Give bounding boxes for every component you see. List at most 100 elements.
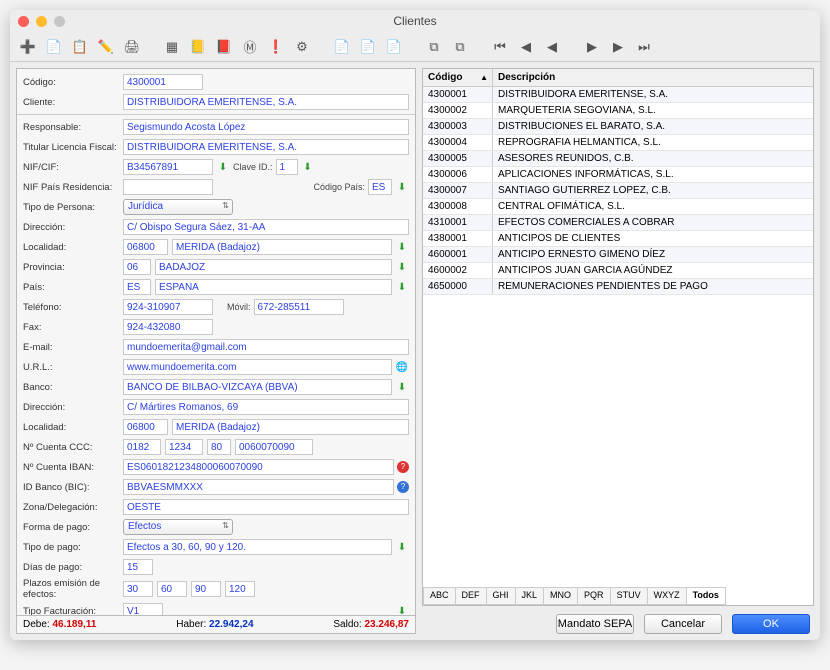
formapago-select[interactable]: Efectos xyxy=(123,519,233,535)
toolbar-btn-6[interactable]: ▦ xyxy=(162,37,182,57)
toolbar-btn-24[interactable]: ▶ xyxy=(582,37,602,57)
telefono-input[interactable] xyxy=(123,299,213,315)
toolbar-btn-13[interactable]: 📄 xyxy=(332,37,352,57)
toolbar-btn-4[interactable]: 🖨 xyxy=(122,37,142,57)
toolbar-btn-1[interactable]: 📄 xyxy=(44,37,64,57)
banco-input[interactable] xyxy=(123,379,392,395)
tab-jkl[interactable]: JKL xyxy=(516,587,545,605)
nifcif-search-icon[interactable]: ⬇ xyxy=(216,160,230,174)
localidad-arrow-icon[interactable]: ⬇ xyxy=(395,240,409,254)
ccc2-input[interactable] xyxy=(165,439,203,455)
col-codigo[interactable]: Código▲ xyxy=(423,69,493,86)
tab-pqr[interactable]: PQR xyxy=(578,587,611,605)
nifcif-input[interactable] xyxy=(123,159,213,175)
cp2-input[interactable] xyxy=(123,419,168,435)
toolbar-btn-26[interactable]: ⏭ xyxy=(634,37,654,57)
table-row[interactable]: 4300004REPROGRAFIA HELMANTICA, S.L. xyxy=(423,135,813,151)
toolbar-btn-0[interactable]: ➕ xyxy=(18,37,38,57)
movil-input[interactable] xyxy=(254,299,344,315)
toolbar-btn-3[interactable]: ✏️ xyxy=(96,37,116,57)
provincia-arrow-icon[interactable]: ⬇ xyxy=(395,260,409,274)
toolbar-btn-11[interactable]: ⚙ xyxy=(292,37,312,57)
iban-warn-icon[interactable]: ? xyxy=(397,461,409,473)
provcod-input[interactable] xyxy=(123,259,151,275)
table-row[interactable]: 4310001EFECTOS COMERCIALES A COBRAR xyxy=(423,215,813,231)
url-input[interactable] xyxy=(123,359,392,375)
fax-input[interactable] xyxy=(123,319,213,335)
zona-input[interactable] xyxy=(123,499,409,515)
table-row[interactable]: 4650000REMUNERACIONES PENDIENTES DE PAGO xyxy=(423,279,813,295)
table-row[interactable]: 4300001DISTRIBUIDORA EMERITENSE, S.A. xyxy=(423,87,813,103)
toolbar-btn-20[interactable]: ⏮ xyxy=(490,37,510,57)
direccion-input[interactable] xyxy=(123,219,409,235)
cliente-input[interactable] xyxy=(123,94,409,110)
toolbar-btn-17[interactable]: ⧉ xyxy=(424,37,444,57)
localidad-input[interactable] xyxy=(172,239,392,255)
claveid-arrow-icon[interactable]: ⬇ xyxy=(301,160,315,174)
tab-ghi[interactable]: GHI xyxy=(487,587,516,605)
table-row[interactable]: 4300002MARQUETERIA SEGOVIANA, S.L. xyxy=(423,103,813,119)
bic-help-icon[interactable]: ? xyxy=(397,481,409,493)
codigo-input[interactable] xyxy=(123,74,203,90)
toolbar-btn-25[interactable]: ▶ xyxy=(608,37,628,57)
toolbar-btn-7[interactable]: 📒 xyxy=(188,37,208,57)
p1-input[interactable] xyxy=(123,581,153,597)
tipopersona-select[interactable]: Jurídica xyxy=(123,199,233,215)
toolbar-btn-14[interactable]: 📄 xyxy=(358,37,378,57)
ccc3-input[interactable] xyxy=(207,439,231,455)
toolbar-btn-10[interactable]: ❗ xyxy=(266,37,286,57)
tab-stuv[interactable]: STUV xyxy=(611,587,648,605)
codpais-arrow-icon[interactable]: ⬇ xyxy=(395,180,409,194)
tab-todos[interactable]: Todos xyxy=(687,587,726,605)
tab-mno[interactable]: MNO xyxy=(544,587,578,605)
mandato-sepa-button[interactable]: Mandato SEPA xyxy=(556,614,634,634)
tipofact-input[interactable] xyxy=(123,603,163,615)
provincia-input[interactable] xyxy=(155,259,392,275)
url-globe-icon[interactable]: 🌐 xyxy=(395,360,409,374)
ccc1-input[interactable] xyxy=(123,439,161,455)
cp-input[interactable] xyxy=(123,239,168,255)
banco-arrow-icon[interactable]: ⬇ xyxy=(395,380,409,394)
codpais-input[interactable] xyxy=(368,179,392,195)
ccc4-input[interactable] xyxy=(235,439,313,455)
table-row[interactable]: 4300008CENTRAL OFIMÁTICA, S.L. xyxy=(423,199,813,215)
titularlic-input[interactable] xyxy=(123,139,409,155)
table-row[interactable]: 4300007SANTIAGO GUTIERREZ LOPEZ, C.B. xyxy=(423,183,813,199)
responsable-input[interactable] xyxy=(123,119,409,135)
tipopago-input[interactable] xyxy=(123,539,392,555)
table-row[interactable]: 4600001ANTICIPO ERNESTO GIMENO DÍEZ xyxy=(423,247,813,263)
table-row[interactable]: 4300005ASESORES REUNIDOS, C.B. xyxy=(423,151,813,167)
table-row[interactable]: 4380001ANTICIPOS DE CLIENTES xyxy=(423,231,813,247)
toolbar-btn-2[interactable]: 📋 xyxy=(70,37,90,57)
pais-input[interactable] xyxy=(155,279,392,295)
tipopago-arrow-icon[interactable]: ⬇ xyxy=(395,540,409,554)
localidad2-input[interactable] xyxy=(172,419,409,435)
tab-def[interactable]: DEF xyxy=(456,587,487,605)
cancel-button[interactable]: Cancelar xyxy=(644,614,722,634)
toolbar-btn-21[interactable]: ◀ xyxy=(516,37,536,57)
iban-input[interactable] xyxy=(123,459,394,475)
direccion2-input[interactable] xyxy=(123,399,409,415)
bic-input[interactable] xyxy=(123,479,394,495)
toolbar-btn-22[interactable]: ◀ xyxy=(542,37,562,57)
p4-input[interactable] xyxy=(225,581,255,597)
toolbar-btn-18[interactable]: ⧉ xyxy=(450,37,470,57)
tab-wxyz[interactable]: WXYZ xyxy=(648,587,687,605)
table-row[interactable]: 4300006APLICACIONES INFORMÁTICAS, S.L. xyxy=(423,167,813,183)
ok-button[interactable]: OK xyxy=(732,614,810,634)
email-input[interactable] xyxy=(123,339,409,355)
diaspago-input[interactable] xyxy=(123,559,153,575)
tipofact-arrow-icon[interactable]: ⬇ xyxy=(395,604,409,615)
pais-arrow-icon[interactable]: ⬇ xyxy=(395,280,409,294)
toolbar-btn-15[interactable]: 📄 xyxy=(384,37,404,57)
toolbar-btn-8[interactable]: 📕 xyxy=(214,37,234,57)
nifpais-input[interactable] xyxy=(123,179,213,195)
p2-input[interactable] xyxy=(157,581,187,597)
p3-input[interactable] xyxy=(191,581,221,597)
table-row[interactable]: 4600002ANTICIPOS JUAN GARCIA AGÚNDEZ xyxy=(423,263,813,279)
tab-abc[interactable]: ABC xyxy=(424,587,456,605)
paiscod-input[interactable] xyxy=(123,279,151,295)
col-descripcion[interactable]: Descripción xyxy=(493,69,813,86)
toolbar-btn-9[interactable]: Ⓜ xyxy=(240,37,260,57)
table-row[interactable]: 4300003DISTRIBUCIONES EL BARATO, S.A. xyxy=(423,119,813,135)
